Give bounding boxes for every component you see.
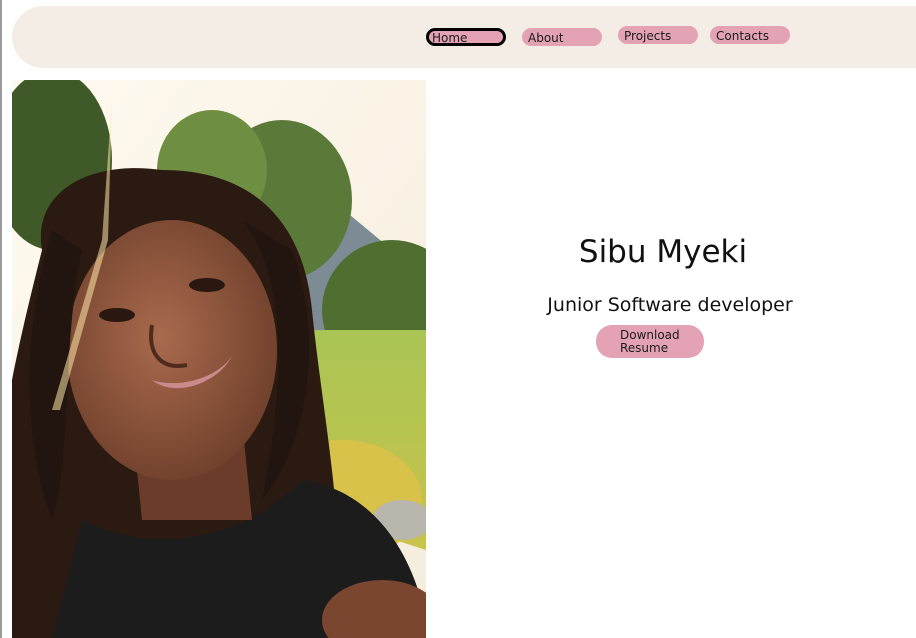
download-resume-button[interactable]: Download Resume bbox=[596, 325, 704, 358]
hero-name: Sibu Myeki bbox=[578, 234, 748, 270]
nav-projects-button[interactable]: Projects bbox=[618, 26, 698, 44]
nav-about-button[interactable]: About bbox=[522, 28, 602, 46]
nav-home-button[interactable]: Home bbox=[426, 28, 506, 46]
nav-contacts-button[interactable]: Contacts bbox=[710, 26, 790, 44]
page-edge bbox=[0, 0, 2, 638]
top-navbar: Home About Projects Contacts bbox=[12, 6, 916, 68]
hero-role: Junior Software developer bbox=[547, 294, 793, 316]
profile-photo bbox=[12, 80, 426, 638]
